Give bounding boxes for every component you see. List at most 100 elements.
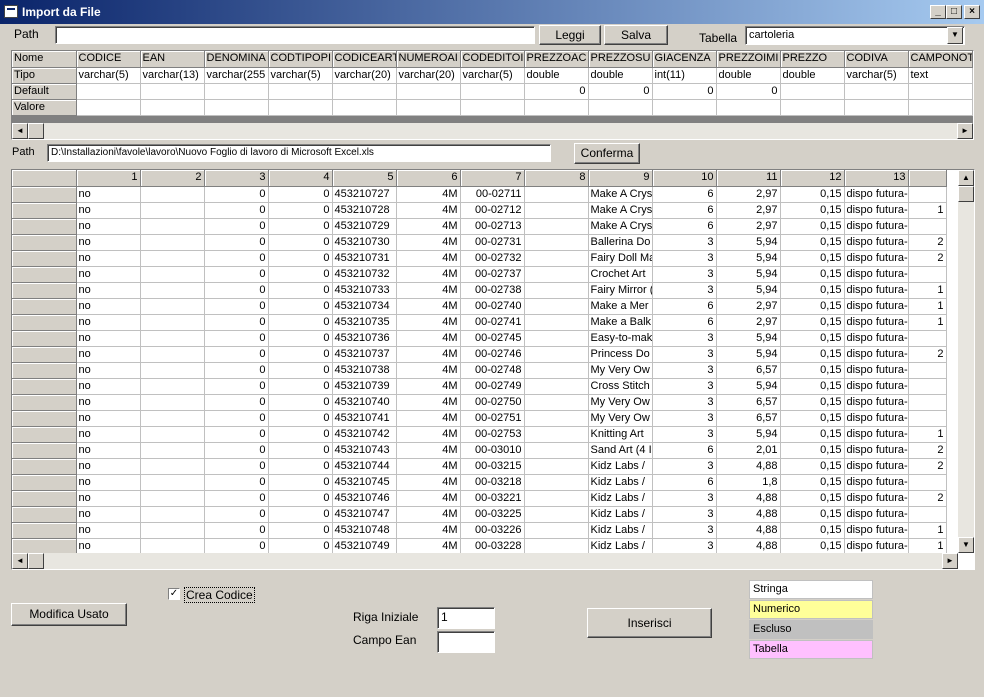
- table-cell[interactable]: 00-02731: [460, 234, 525, 251]
- table-cell[interactable]: 453210739: [332, 378, 397, 395]
- table-cell[interactable]: [524, 378, 589, 395]
- table-cell[interactable]: [140, 458, 205, 475]
- table-cell[interactable]: [524, 426, 589, 443]
- table-cell[interactable]: 2: [908, 458, 947, 475]
- schema-cell[interactable]: [332, 83, 397, 100]
- schema-cell[interactable]: [332, 99, 397, 116]
- table-cell[interactable]: [140, 378, 205, 395]
- table-cell[interactable]: [140, 330, 205, 347]
- table-cell[interactable]: Kidz Labs /: [588, 506, 653, 523]
- table-cell[interactable]: 4M: [396, 314, 461, 331]
- table-cell[interactable]: 1: [908, 314, 947, 331]
- table-cell[interactable]: 4M: [396, 458, 461, 475]
- table-row[interactable]: no 0 0 453210743 4M 00-03010 Sand Art (4 I 6 2,0…: [12, 442, 947, 459]
- crea-codice-label[interactable]: Crea Codice: [184, 587, 255, 603]
- table-cell[interactable]: 0: [268, 394, 333, 411]
- scroll-left-icon[interactable]: ◄: [12, 123, 28, 139]
- scroll-right-icon[interactable]: ►: [957, 123, 973, 139]
- table-cell[interactable]: 2: [908, 250, 947, 267]
- table-row[interactable]: no 0 0 453210728 4M 00-02712 Make A Crys 6 2,97 0…: [12, 202, 947, 219]
- table-cell[interactable]: 3: [652, 330, 717, 347]
- table-cell[interactable]: 4M: [396, 378, 461, 395]
- table-cell[interactable]: 3: [652, 506, 717, 523]
- schema-cell[interactable]: [140, 83, 205, 100]
- table-cell[interactable]: 4,88: [716, 538, 781, 555]
- table-cell[interactable]: 0: [268, 282, 333, 299]
- table-cell[interactable]: 0: [204, 426, 269, 443]
- maximize-button[interactable]: □: [946, 5, 962, 19]
- table-cell[interactable]: [524, 234, 589, 251]
- data-hscroll-thumb[interactable]: [28, 553, 44, 569]
- table-cell[interactable]: 00-02753: [460, 426, 525, 443]
- table-row[interactable]: no 0 0 453210747 4M 00-03225 Kidz Labs /3 4,88 0…: [12, 506, 947, 523]
- table-cell[interactable]: 4M: [396, 490, 461, 507]
- table-cell[interactable]: [140, 442, 205, 459]
- table-cell[interactable]: 0: [204, 362, 269, 379]
- table-cell[interactable]: 3: [652, 394, 717, 411]
- schema-cell[interactable]: [780, 99, 845, 116]
- table-cell[interactable]: 3: [652, 346, 717, 363]
- table-cell[interactable]: 453210744: [332, 458, 397, 475]
- table-cell[interactable]: 00-02737: [460, 266, 525, 283]
- table-cell[interactable]: 3: [652, 410, 717, 427]
- table-cell[interactable]: [524, 266, 589, 283]
- table-cell[interactable]: 0,15: [780, 362, 845, 379]
- table-cell[interactable]: My Very Ow: [588, 410, 653, 427]
- table-row[interactable]: no 0 0 453210736 4M 00-02745 Easy-to-mak 3 5,94 0…: [12, 330, 947, 347]
- table-cell[interactable]: 0: [204, 298, 269, 315]
- table-cell[interactable]: no: [76, 458, 141, 475]
- schema-column-header[interactable]: PREZZO: [780, 51, 845, 68]
- table-cell[interactable]: 2,97: [716, 186, 781, 203]
- table-cell[interactable]: [524, 314, 589, 331]
- table-cell[interactable]: 4M: [396, 330, 461, 347]
- table-cell[interactable]: no: [76, 394, 141, 411]
- table-row[interactable]: no 0 0 453210745 4M 00-03218 Kidz Labs /6 1,8 0,…: [12, 474, 947, 491]
- tabella-select[interactable]: cartoleria: [745, 26, 965, 45]
- table-cell[interactable]: 0,15: [780, 186, 845, 203]
- row-header[interactable]: [12, 282, 77, 299]
- table-cell[interactable]: no: [76, 234, 141, 251]
- table-cell[interactable]: 3: [652, 538, 717, 555]
- table-row[interactable]: no 0 0 453210741 4M 00-02751 My Very Ow 3 6,57 0,…: [12, 410, 947, 427]
- table-cell[interactable]: 5,94: [716, 250, 781, 267]
- column-header[interactable]: 5: [332, 170, 397, 187]
- schema-cell[interactable]: 0: [716, 83, 781, 100]
- schema-cell[interactable]: [524, 99, 589, 116]
- table-cell[interactable]: [524, 202, 589, 219]
- row-header[interactable]: [12, 506, 77, 523]
- column-header[interactable]: [12, 170, 77, 187]
- data-vscrollbar[interactable]: ▲ ▼: [958, 170, 974, 553]
- table-cell[interactable]: no: [76, 314, 141, 331]
- table-cell[interactable]: [140, 186, 205, 203]
- table-cell[interactable]: [524, 538, 589, 555]
- table-cell[interactable]: 4M: [396, 298, 461, 315]
- table-cell[interactable]: [140, 298, 205, 315]
- table-cell[interactable]: no: [76, 186, 141, 203]
- table-cell[interactable]: 00-03228: [460, 538, 525, 555]
- table-cell[interactable]: 0,15: [780, 458, 845, 475]
- riga-iniziale-input[interactable]: 1: [437, 607, 495, 629]
- table-cell[interactable]: 453210733: [332, 282, 397, 299]
- table-cell[interactable]: 0: [268, 506, 333, 523]
- schema-cell[interactable]: [268, 99, 333, 116]
- table-cell[interactable]: My Very Ow: [588, 362, 653, 379]
- table-cell[interactable]: 0: [268, 362, 333, 379]
- column-header[interactable]: 8: [524, 170, 589, 187]
- table-cell[interactable]: 0,15: [780, 234, 845, 251]
- table-cell[interactable]: 0,15: [780, 298, 845, 315]
- schema-column-header[interactable]: NUMEROAI: [396, 51, 461, 68]
- schema-column-header[interactable]: CAMPONOT: [908, 51, 973, 68]
- table-cell[interactable]: 0: [268, 458, 333, 475]
- table-cell[interactable]: 0,15: [780, 202, 845, 219]
- schema-hscrollbar[interactable]: ◄ ►: [12, 123, 973, 139]
- table-cell[interactable]: 0,15: [780, 474, 845, 491]
- table-cell[interactable]: 4M: [396, 410, 461, 427]
- table-cell[interactable]: Princess Do: [588, 346, 653, 363]
- table-cell[interactable]: dispo futura-: [844, 330, 909, 347]
- table-cell[interactable]: 453210743: [332, 442, 397, 459]
- table-cell[interactable]: 0: [268, 538, 333, 555]
- table-cell[interactable]: no: [76, 490, 141, 507]
- table-cell[interactable]: 1: [908, 282, 947, 299]
- table-cell[interactable]: [908, 330, 947, 347]
- table-cell[interactable]: 0: [204, 538, 269, 555]
